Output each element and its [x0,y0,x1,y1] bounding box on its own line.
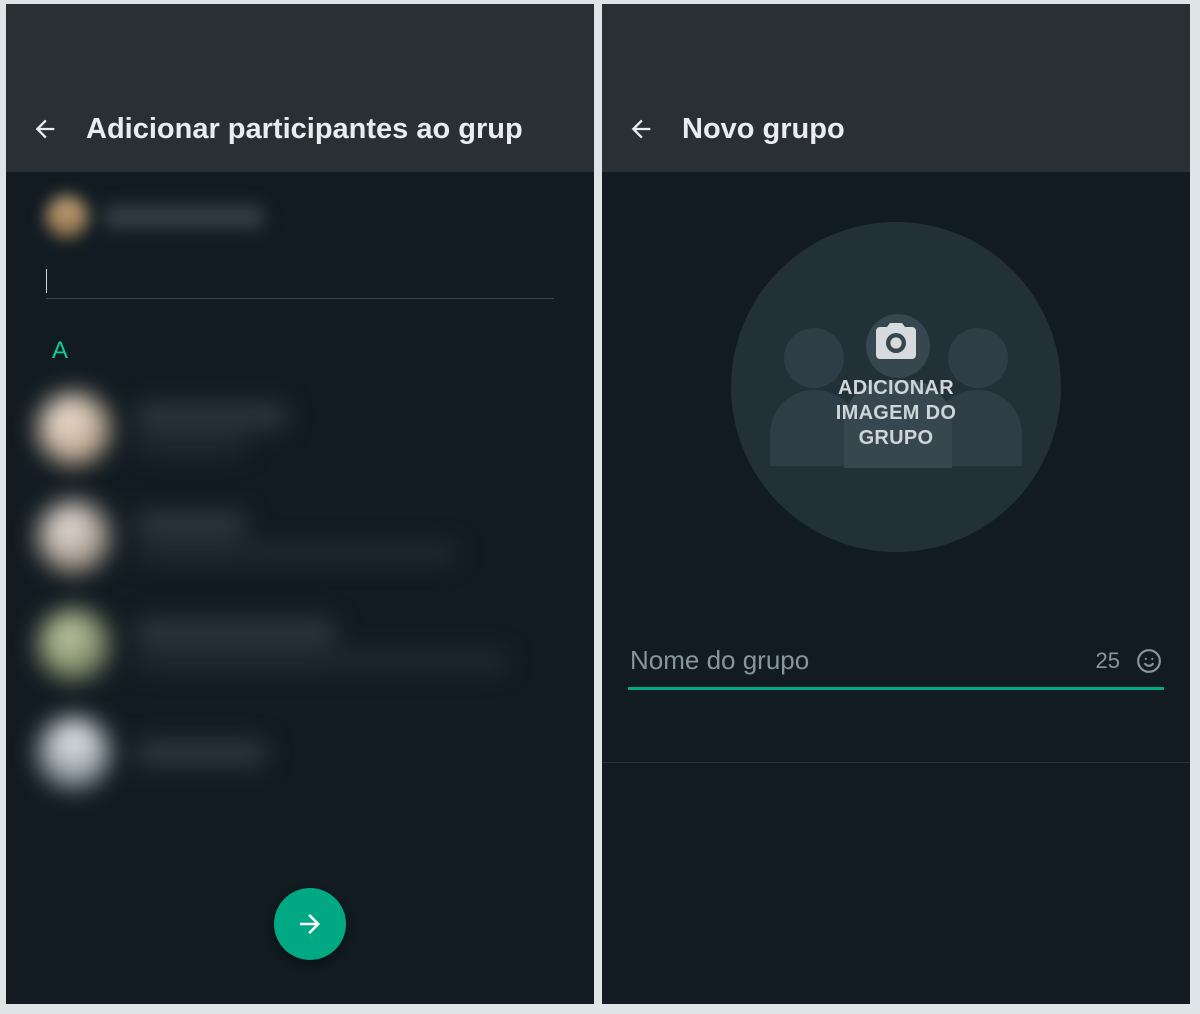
header: Novo grupo [602,4,1190,172]
screen-new-group: Novo grupo ADICIONAR IMAGEM DO GRUPO [602,4,1190,1004]
contact-row[interactable] [24,699,594,807]
header: Adicionar participantes ao grup [6,4,594,172]
group-name-row: 25 [628,644,1164,690]
contact-row[interactable] [24,591,594,699]
char-remaining-count: 25 [1096,648,1120,674]
contact-list [6,375,594,807]
screen-add-participants: Adicionar participantes ao grup A [6,4,594,1004]
add-image-label: ADICIONAR IMAGEM DO GRUPO [836,376,956,451]
avatar [38,609,110,681]
back-button[interactable] [624,112,658,146]
arrow-right-icon [295,909,325,939]
divider [602,762,1190,763]
contact-status-redacted [136,652,506,670]
camera-icon [872,317,920,370]
avatar [38,501,110,573]
page-title: Adicionar participantes ao grup [86,113,523,146]
group-name-input[interactable] [628,644,1082,677]
contact-status-redacted [136,544,456,562]
back-button[interactable] [28,112,62,146]
avatar [46,196,88,238]
arrow-left-icon [31,115,59,143]
chip-name-redacted [104,205,264,229]
avatar [38,717,110,789]
next-button[interactable] [274,888,346,960]
section-header-letter: A [6,299,594,375]
search-input[interactable] [46,264,554,299]
add-group-image-button[interactable]: ADICIONAR IMAGEM DO GRUPO [731,222,1061,552]
text-cursor [46,269,47,293]
contact-name-redacted [136,404,286,428]
contact-name-redacted [136,512,246,536]
selected-contact-chip[interactable] [46,196,554,238]
contact-row[interactable] [24,375,594,483]
avatar [38,393,110,465]
contact-name-redacted [136,741,266,765]
contact-name-redacted [136,620,336,644]
page-title: Novo grupo [682,113,845,146]
selected-chip-area [6,172,594,299]
smiley-icon [1136,648,1162,674]
emoji-picker-button[interactable] [1134,646,1164,676]
arrow-left-icon [627,115,655,143]
contact-status-redacted [136,436,246,454]
contact-row[interactable] [24,483,594,591]
